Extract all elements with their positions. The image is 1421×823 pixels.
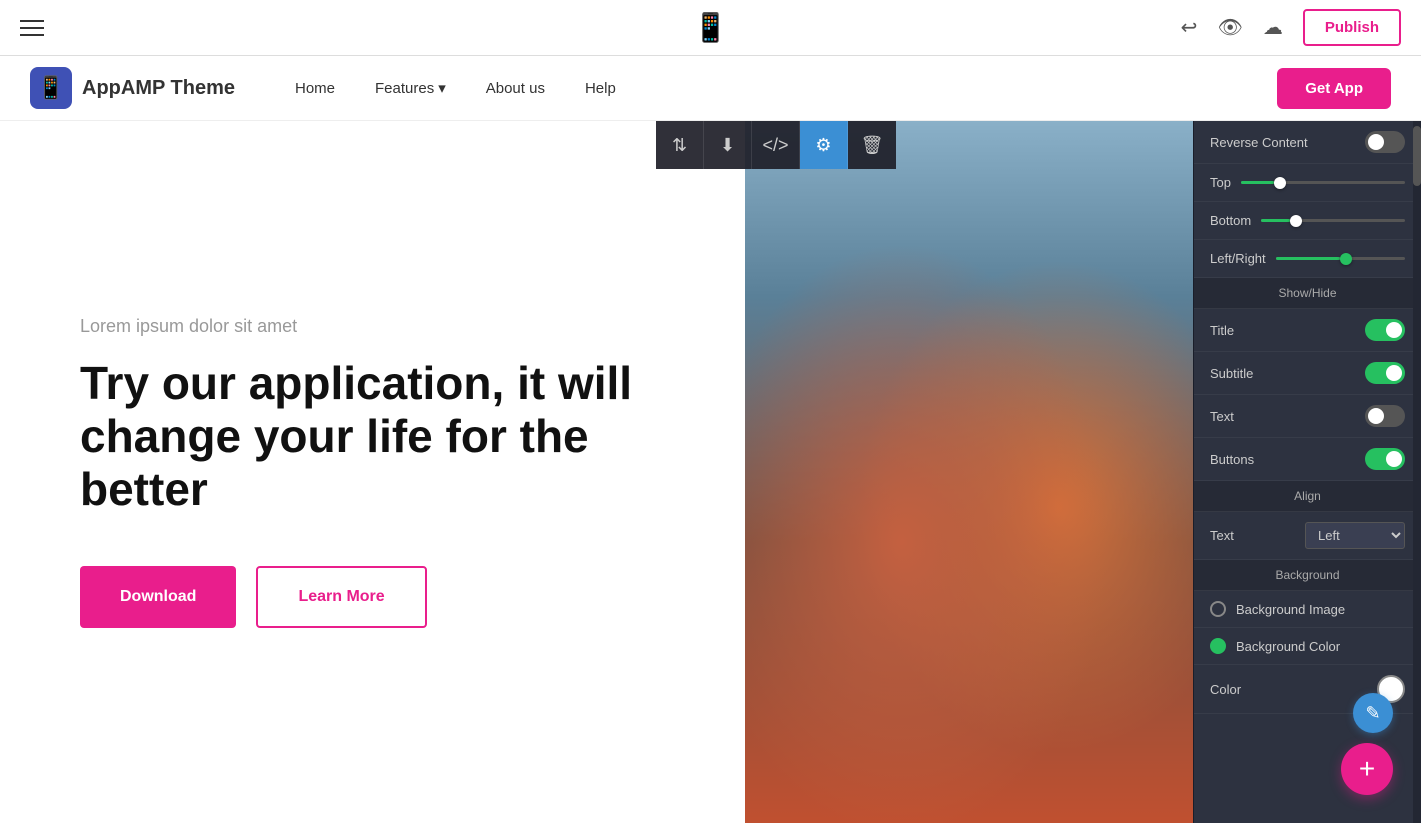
bottom-label: Bottom xyxy=(1210,213,1251,228)
bg-image-label: Background Image xyxy=(1236,602,1345,617)
canvas-subtitle: Lorem ipsum dolor sit amet xyxy=(80,316,685,337)
download-section-icon[interactable]: ⬇ xyxy=(704,121,752,169)
bg-image-row: Background Image xyxy=(1194,591,1421,628)
top-bar-left xyxy=(20,20,44,36)
top-bar-center: 📱 xyxy=(693,11,728,44)
preview-icon[interactable]: 👁 xyxy=(1217,15,1242,40)
text-align-row: Text Left Center Right xyxy=(1194,512,1421,560)
nav-about[interactable]: About us xyxy=(486,80,545,97)
top-label: Top xyxy=(1210,175,1231,190)
bg-color-label: Background Color xyxy=(1236,639,1340,654)
bottom-slider[interactable] xyxy=(1261,219,1405,222)
canvas-right xyxy=(745,121,1193,823)
code-icon[interactable]: </> xyxy=(752,121,800,169)
reverse-content-label: Reverse Content xyxy=(1210,135,1308,150)
subtitle-row: Subtitle xyxy=(1194,352,1421,395)
text-align-label: Text xyxy=(1210,528,1234,543)
publish-button[interactable]: Publish xyxy=(1303,9,1401,46)
leftright-row: Left/Right xyxy=(1194,240,1421,278)
logo-text: AppAMP Theme xyxy=(82,77,235,100)
learn-more-button[interactable]: Learn More xyxy=(256,566,426,628)
cloud-upload-icon[interactable]: ☁ xyxy=(1263,15,1283,40)
top-row: Top xyxy=(1194,164,1421,202)
nav-help[interactable]: Help xyxy=(585,80,616,97)
panel-scrollbar-track[interactable] xyxy=(1413,121,1421,823)
leftright-label: Left/Right xyxy=(1210,251,1266,266)
text-align-select[interactable]: Left Center Right xyxy=(1305,522,1405,549)
get-app-button[interactable]: Get App xyxy=(1277,68,1391,109)
background-header: Background xyxy=(1194,560,1421,591)
show-hide-header: Show/Hide xyxy=(1194,278,1421,309)
delete-icon[interactable]: 🗑 xyxy=(848,121,896,169)
download-button[interactable]: Download xyxy=(80,566,236,628)
reverse-content-toggle[interactable] xyxy=(1365,131,1405,153)
panel-scrollbar-thumb[interactable] xyxy=(1413,126,1421,186)
chevron-down-icon: ▾ xyxy=(438,79,446,97)
nav-features[interactable]: Features ▾ xyxy=(375,79,446,97)
nav-links: Home Features ▾ About us Help xyxy=(295,79,1277,97)
logo-icon: 📱 xyxy=(30,67,72,109)
title-toggle[interactable] xyxy=(1365,319,1405,341)
align-header: Align xyxy=(1194,481,1421,512)
nav-logo: 📱 AppAMP Theme xyxy=(30,67,235,109)
edit-fab[interactable]: ✎ xyxy=(1353,693,1393,733)
buttons-toggle[interactable] xyxy=(1365,448,1405,470)
canvas-buttons: Download Learn More xyxy=(80,566,685,628)
phone-icon[interactable]: 📱 xyxy=(693,11,728,44)
nav-bar: 📱 AppAMP Theme Home Features ▾ About us … xyxy=(0,56,1421,121)
buttons-toggle-label: Buttons xyxy=(1210,452,1254,467)
bg-color-row: Background Color xyxy=(1194,628,1421,665)
subtitle-toggle-label: Subtitle xyxy=(1210,366,1253,381)
text-toggle[interactable] xyxy=(1365,405,1405,427)
add-fab[interactable]: + xyxy=(1341,743,1393,795)
top-slider[interactable] xyxy=(1241,181,1405,184)
canvas-left: Lorem ipsum dolor sit amet Try our appli… xyxy=(0,121,745,823)
color-label: Color xyxy=(1210,682,1241,697)
subtitle-toggle[interactable] xyxy=(1365,362,1405,384)
nav-home[interactable]: Home xyxy=(295,80,335,97)
bg-color-radio[interactable] xyxy=(1210,638,1226,654)
text-toggle-label: Text xyxy=(1210,409,1234,424)
canvas-background-image xyxy=(745,121,1193,823)
hero-photo xyxy=(745,121,1193,823)
settings-icon[interactable]: ⚙ xyxy=(800,121,848,169)
text-row: Text xyxy=(1194,395,1421,438)
title-row: Title xyxy=(1194,309,1421,352)
canvas-title: Try our application, it will change your… xyxy=(80,357,685,516)
bg-image-radio[interactable] xyxy=(1210,601,1226,617)
hamburger-menu[interactable] xyxy=(20,20,44,36)
title-toggle-label: Title xyxy=(1210,323,1234,338)
bottom-row: Bottom xyxy=(1194,202,1421,240)
buttons-row: Buttons xyxy=(1194,438,1421,481)
leftright-slider[interactable] xyxy=(1276,257,1405,260)
top-bar-right: ↩ 👁 ☁ Publish xyxy=(1181,9,1401,46)
main-area: Lorem ipsum dolor sit amet Try our appli… xyxy=(0,121,1421,823)
undo-icon[interactable]: ↩ xyxy=(1181,15,1198,40)
section-toolbar: ⇅ ⬇ </> ⚙ 🗑 xyxy=(656,121,896,169)
canvas: Lorem ipsum dolor sit amet Try our appli… xyxy=(0,121,1193,823)
reverse-content-row: Reverse Content xyxy=(1194,121,1421,164)
sort-icon[interactable]: ⇅ xyxy=(656,121,704,169)
top-bar: 📱 ↩ 👁 ☁ Publish xyxy=(0,0,1421,56)
